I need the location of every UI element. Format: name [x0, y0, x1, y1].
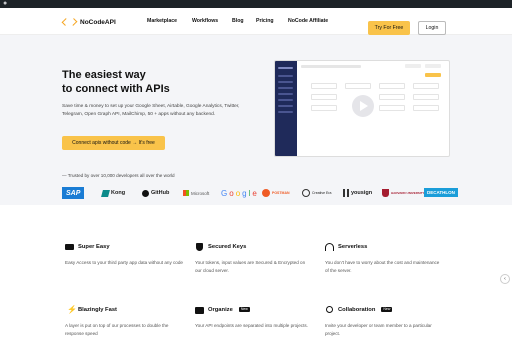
- client-logos: SAP Kong GitHub Microsoft Google POSTMAN…: [62, 185, 458, 201]
- preview-search: [301, 65, 361, 68]
- preview-row: [278, 93, 293, 95]
- preview-button: [425, 64, 441, 68]
- github-label: GitHub: [151, 190, 170, 196]
- feature-organize: Organize New Your API endpoints are separ…: [195, 305, 315, 330]
- preview-button: [405, 64, 421, 68]
- play-icon[interactable]: [352, 95, 374, 117]
- postman-icon: [262, 189, 270, 197]
- creative-era-logo: Creative Era: [302, 188, 331, 198]
- kong-label: Kong: [111, 190, 126, 196]
- wordpress-icon[interactable]: ●: [3, 0, 11, 8]
- preview-row: [278, 75, 293, 77]
- preview-card: [413, 94, 439, 100]
- yousign-label: yousign: [351, 190, 373, 196]
- feature-desc: Invite your developer or team member to …: [325, 323, 432, 336]
- microsoft-label: Microsoft: [191, 190, 210, 196]
- postman-logo: POSTMAN: [262, 188, 290, 198]
- feature-title: Super Easy: [78, 243, 110, 250]
- github-icon: [142, 189, 149, 197]
- preview-card: [413, 83, 439, 89]
- dashboard-video-preview[interactable]: [274, 60, 450, 157]
- preview-row: [278, 87, 293, 89]
- nav-marketplace[interactable]: Marketplace: [147, 18, 177, 24]
- feature-desc: You don't have to worry about the cost a…: [325, 260, 440, 273]
- headset-icon: [325, 242, 334, 251]
- harvard-shield-icon: [382, 189, 389, 197]
- feature-blazingly-fast: ⚡ Blazingly Fast A layer is put on top of…: [65, 305, 185, 338]
- connect-apis-button[interactable]: Connect apis without code → It's free: [62, 136, 165, 150]
- preview-card: [311, 105, 337, 111]
- nav-pricing[interactable]: Pricing: [256, 18, 274, 24]
- preview-button: [425, 73, 441, 77]
- nav-blog[interactable]: Blog: [232, 18, 244, 24]
- preview-card: [345, 83, 371, 89]
- hero-title-line2: to connect with APIs: [62, 83, 170, 95]
- yousign-icon: [343, 189, 349, 197]
- hero-title: The easiest way to connect with APIs: [62, 68, 262, 96]
- feature-title: Blazingly Fast: [78, 306, 117, 313]
- box-icon: [65, 243, 74, 251]
- feature-title: Collaboration: [338, 306, 376, 313]
- feature-desc: Your tokens, input values are Secured & …: [195, 260, 306, 273]
- preview-card: [379, 105, 405, 111]
- brand-name: NoCodeAPI: [80, 18, 116, 26]
- folder-icon: [195, 306, 204, 314]
- postman-label: POSTMAN: [272, 191, 290, 195]
- nav-affiliate[interactable]: NoCode Affiliate: [288, 18, 328, 24]
- feature-super-easy: Super Easy Easy Access to your third par…: [65, 242, 185, 267]
- shield-icon: [195, 242, 204, 251]
- harvard-logo: HARVARD UNIVERSITY: [382, 188, 425, 198]
- preview-row: [278, 99, 293, 101]
- brackets-icon: [61, 18, 78, 26]
- feature-secured-keys: Secured Keys Your tokens, input values a…: [195, 242, 315, 275]
- kong-icon: [101, 189, 110, 197]
- preview-card: [379, 94, 405, 100]
- new-badge: New: [381, 307, 393, 312]
- nav-workflows[interactable]: Workflows: [192, 18, 218, 24]
- kong-logo: Kong: [101, 188, 126, 198]
- features-section: Super Easy Easy Access to your third par…: [0, 205, 512, 341]
- feature-desc: Easy Access to your third party app data…: [65, 260, 183, 265]
- preview-row: [278, 111, 293, 113]
- decathlon-logo: DECATHLON: [424, 188, 458, 197]
- preview-card: [379, 83, 405, 89]
- google-logo: Google: [221, 188, 257, 198]
- preview-row: [278, 67, 293, 69]
- preview-row: [278, 81, 293, 83]
- login-button[interactable]: Login: [418, 21, 446, 35]
- site-header: NoCodeAPI Marketplace Workflows Blog Pri…: [0, 8, 512, 35]
- new-badge: New: [238, 307, 250, 312]
- bolt-icon: ⚡: [67, 304, 77, 314]
- microsoft-logo: Microsoft: [183, 188, 209, 198]
- feature-desc: A layer is put on top of our processes t…: [65, 323, 169, 336]
- trusted-text: — Trusted by over 10,000 developers all …: [62, 173, 175, 178]
- hero-description: Save time & money to set up your Google …: [62, 104, 240, 117]
- feature-title: Serverless: [338, 243, 368, 250]
- preview-card: [413, 105, 439, 111]
- people-icon: [325, 305, 334, 314]
- feature-title: Organize: [208, 306, 233, 313]
- creative-era-label: Creative Era: [312, 191, 332, 195]
- preview-sidebar: [275, 61, 297, 156]
- preview-row: [278, 105, 293, 107]
- preview-card: [311, 83, 337, 89]
- brand-logo[interactable]: NoCodeAPI: [61, 17, 116, 27]
- preview-card: [311, 94, 337, 100]
- microsoft-icon: [183, 190, 189, 196]
- creative-era-icon: [302, 189, 310, 197]
- harvard-label: HARVARD UNIVERSITY: [391, 191, 425, 195]
- feature-desc: Your API endpoints are separated into mu…: [195, 323, 308, 328]
- github-logo: GitHub: [142, 188, 169, 198]
- feature-serverless: Serverless You don't have to worry about…: [325, 242, 445, 275]
- admin-toolbar: ●: [0, 0, 512, 8]
- try-free-button[interactable]: Try For Free: [368, 21, 410, 35]
- scroll-side-button[interactable]: ‹: [500, 274, 510, 284]
- yousign-logo: yousign: [343, 188, 372, 198]
- feature-title: Secured Keys: [208, 243, 247, 250]
- sap-logo: SAP: [62, 187, 85, 199]
- feature-collaboration: Collaboration New Invite your developer o…: [325, 305, 445, 338]
- hero-title-line1: The easiest way: [62, 69, 146, 81]
